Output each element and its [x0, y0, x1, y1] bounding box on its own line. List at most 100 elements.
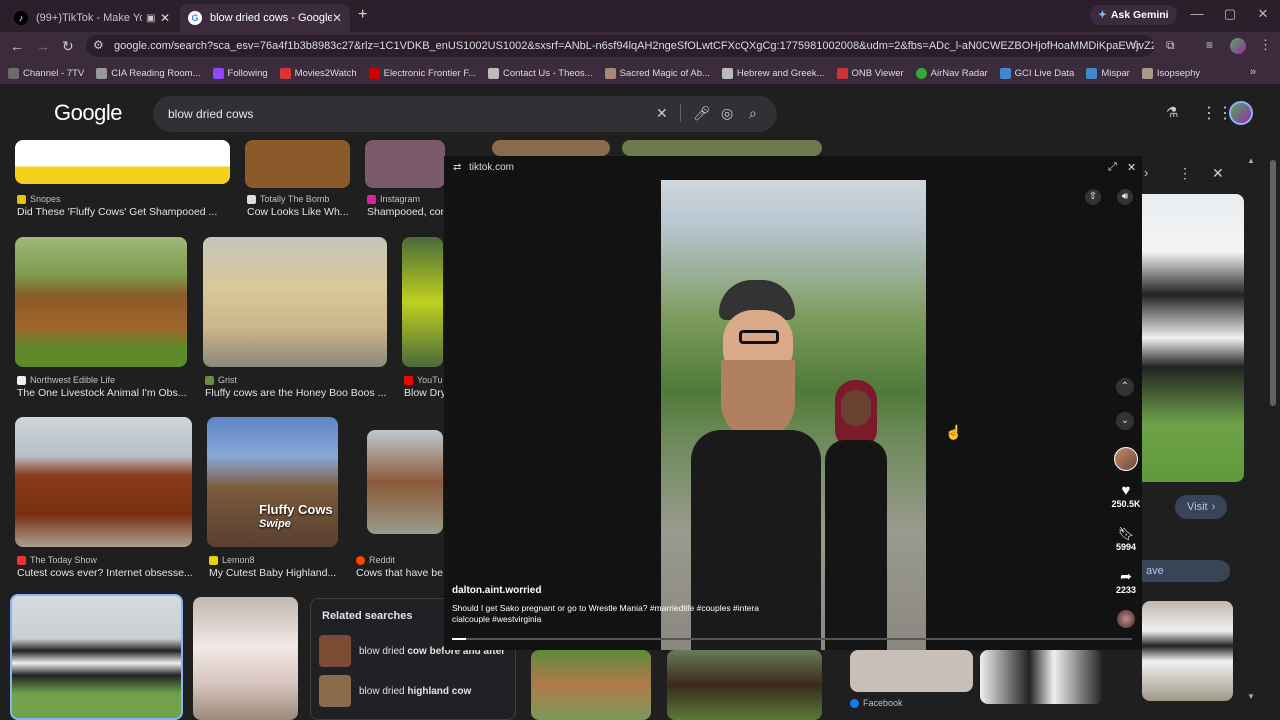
bookmark-item[interactable]: Isopsephy — [1141, 67, 1200, 79]
google-icon: G — [188, 11, 202, 25]
video-player[interactable] — [661, 180, 926, 650]
site-info-icon[interactable]: ⚙ — [93, 38, 104, 52]
expand-icon[interactable]: ⤢ — [1108, 161, 1117, 174]
result-image[interactable] — [492, 140, 610, 156]
account-avatar[interactable] — [1229, 101, 1253, 125]
result-image[interactable] — [667, 650, 822, 720]
picture-in-picture-icon[interactable]: ▣ — [146, 13, 155, 24]
bookmark-item[interactable]: CIA Reading Room... — [96, 67, 201, 79]
maximize-icon[interactable]: ▢ — [1215, 6, 1245, 22]
scroll-up-icon[interactable]: ▲ — [1247, 156, 1255, 165]
extension-icon[interactable]: ⧉ — [1166, 38, 1175, 53]
bookmark-item[interactable]: ONB Viewer — [836, 67, 904, 79]
result-caption[interactable]: Shampooed, cor — [367, 206, 443, 218]
result-image[interactable] — [402, 237, 443, 367]
result-image[interactable] — [367, 430, 443, 534]
result-image[interactable] — [193, 597, 298, 720]
ask-gemini-label: Ask Gemini — [1110, 9, 1169, 21]
scrollbar[interactable] — [1270, 160, 1276, 406]
result-caption[interactable]: Cows that have be — [356, 567, 444, 579]
media-controls-icon[interactable]: ≡ — [1206, 38, 1213, 52]
result-image[interactable] — [15, 417, 192, 547]
result-image[interactable] — [622, 140, 822, 156]
close-window-icon[interactable]: ✕ — [1248, 6, 1278, 22]
music-disc-icon[interactable] — [1117, 610, 1135, 628]
result-caption[interactable]: Blow Dry — [404, 387, 444, 399]
google-logo[interactable]: Google — [54, 100, 122, 126]
result-image[interactable] — [15, 237, 187, 367]
visit-button[interactable]: Visit › — [1175, 495, 1228, 519]
visit-label: Visit — [1187, 501, 1208, 513]
settings-icon[interactable]: ⇄ — [453, 162, 461, 173]
ask-gemini-button[interactable]: ✦ Ask Gemini — [1090, 5, 1177, 25]
related-search-item[interactable]: blow dried highland cow — [311, 671, 515, 711]
source-label: YouTu — [417, 375, 443, 385]
menu-icon[interactable]: ⋮ — [1259, 37, 1272, 53]
bookmark-item[interactable]: Movies2Watch — [279, 67, 357, 79]
tab-google-search[interactable]: G blow dried cows - Google Searc ✕ — [180, 4, 350, 32]
reload-icon[interactable]: ↻ — [62, 38, 74, 55]
chevron-right-icon[interactable]: › — [1144, 165, 1148, 180]
close-tab-icon[interactable]: ✕ — [160, 11, 170, 25]
bookmark-item[interactable]: Following — [212, 67, 268, 79]
chevron-up-icon[interactable]: ⌃ — [1116, 378, 1134, 396]
microphone-icon[interactable]: 🎤︎ — [693, 105, 711, 122]
result-caption[interactable]: Cutest cows ever? Internet obsesse... — [17, 567, 192, 579]
bookmark-item[interactable]: Electronic Frontier F... — [368, 67, 476, 79]
upload-icon[interactable]: ⇧ — [1085, 189, 1101, 205]
volume-icon[interactable]: 🔊︎ — [1117, 189, 1133, 205]
tab-tiktok[interactable]: ♪ (99+)TikTok - Make Your Da ▣ ✕ — [6, 4, 178, 32]
result-image[interactable] — [203, 237, 387, 367]
bookmark-item[interactable]: Channel - 7TV — [8, 67, 84, 79]
profile-avatar[interactable] — [1230, 38, 1246, 54]
result-image-selected[interactable] — [10, 594, 183, 720]
forward-icon[interactable]: → — [36, 38, 50, 54]
minimize-icon[interactable]: — — [1182, 6, 1212, 21]
result-caption[interactable]: The One Livestock Animal I'm Obs... — [17, 387, 187, 399]
address-bar[interactable]: google.com/search?sca_esv=76a4f1b3b8983c… — [86, 35, 1154, 57]
bookmark-item[interactable]: Sacred Magic of Ab... — [604, 67, 710, 79]
result-image[interactable] — [850, 650, 973, 692]
result-image[interactable] — [980, 650, 1103, 704]
like-button[interactable]: ♥ 250.5K — [1111, 482, 1141, 509]
bookmark-star-icon[interactable]: ☆ — [1130, 37, 1142, 53]
video-username[interactable]: dalton.aint.worried — [452, 585, 541, 596]
back-icon[interactable]: ← — [10, 38, 24, 54]
close-preview-icon[interactable]: ✕ — [1212, 165, 1224, 182]
result-image[interactable] — [15, 140, 230, 184]
lens-icon[interactable]: ◎ — [721, 105, 733, 122]
new-tab-button[interactable]: + — [358, 6, 367, 24]
more-bookmarks-icon[interactable]: » — [1250, 66, 1256, 78]
labs-icon[interactable]: ⚗ — [1166, 104, 1179, 121]
search-input[interactable]: blow dried cows — [153, 96, 777, 132]
bookmark-item[interactable]: Mispar — [1086, 67, 1130, 79]
clear-search-icon[interactable]: ✕ — [656, 105, 668, 122]
result-caption[interactable]: Cow Looks Like Wh... — [247, 206, 357, 218]
video-progress-track[interactable] — [452, 638, 1132, 640]
bookmark-item[interactable]: Contact Us - Theos... — [488, 67, 593, 79]
close-tab-icon[interactable]: ✕ — [332, 11, 342, 25]
save-button[interactable]: ave — [1142, 560, 1230, 582]
chevron-down-icon[interactable]: ⌄ — [1116, 412, 1134, 430]
face — [841, 390, 871, 426]
result-image[interactable] — [245, 140, 350, 188]
creator-avatar[interactable] — [1114, 447, 1138, 471]
result-caption[interactable]: Fluffy cows are the Honey Boo Boos ... — [205, 387, 387, 399]
result-caption[interactable]: My Cutest Baby Highland... — [209, 567, 339, 579]
result-image[interactable] — [365, 140, 445, 188]
scroll-down-icon[interactable]: ▼ — [1247, 692, 1255, 701]
result-image[interactable] — [531, 650, 651, 720]
result-image[interactable]: Fluffy Cows Swipe — [207, 417, 338, 547]
preview-image[interactable] — [1142, 194, 1244, 482]
related-image[interactable] — [1142, 601, 1233, 701]
bookmark-button[interactable]: 🔖︎ 5994 — [1111, 526, 1141, 552]
more-options-icon[interactable]: ⋮ — [1178, 165, 1192, 182]
result-caption[interactable]: Did These 'Fluffy Cows' Get Shampooed ..… — [17, 206, 227, 218]
share-button[interactable]: ➦ 2233 — [1111, 568, 1141, 595]
search-icon[interactable]: ⌕ — [749, 105, 757, 122]
bookmark-item[interactable]: GCI Live Data — [999, 67, 1074, 79]
close-overlay-icon[interactable]: ✕ — [1127, 161, 1136, 174]
gemini-icon: ✦ — [1098, 9, 1107, 21]
bookmark-item[interactable]: AirNav Radar — [915, 67, 988, 79]
bookmark-item[interactable]: Hebrew and Greek... — [721, 67, 825, 79]
